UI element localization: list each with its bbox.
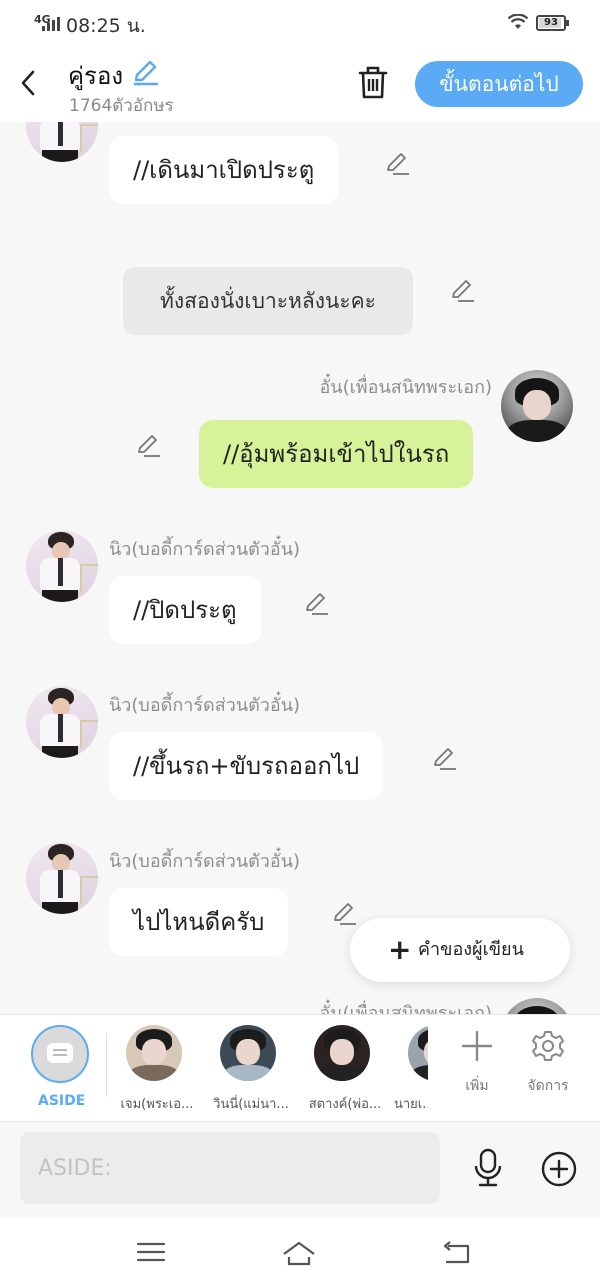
- input-bar: [0, 1122, 600, 1218]
- chat-area[interactable]: //เดินมาเปิดประตู ทั้งสองนั่งเบาะหลังนะค…: [0, 122, 600, 1014]
- sender-name: นิว(บอดี้การ์ดส่วนตัวอั๋น): [109, 539, 301, 560]
- divider: [106, 1033, 107, 1097]
- pencil-icon[interactable]: [450, 277, 476, 303]
- avatar[interactable]: [26, 530, 98, 602]
- character-label: สตางค์(พ่อ...: [308, 1097, 382, 1112]
- message-bubble[interactable]: //อุ้มพร้อมเข้าไปในรถ: [199, 420, 474, 488]
- header: คู่รอง 1764ตัวอักษร ขั้นตอนต่อไป: [0, 46, 600, 122]
- narration-bubble[interactable]: ทั้งสองนั่งเบาะหลังนะคะ: [123, 267, 413, 335]
- home-icon[interactable]: [282, 1238, 316, 1266]
- character-list[interactable]: เจม(พระเอ... วินนี่(แม่นา... สตางค์(พ่อ.…: [110, 1015, 428, 1123]
- avatar[interactable]: [26, 686, 98, 758]
- back-icon[interactable]: [16, 66, 40, 100]
- add-character-button[interactable]: เพิ่ม: [447, 1029, 507, 1097]
- add-label: เพิ่ม: [465, 1078, 489, 1094]
- author-note-label: คำของผู้เขียน: [418, 939, 524, 960]
- avatar: [220, 1025, 276, 1081]
- avatar[interactable]: [501, 370, 573, 442]
- next-step-button[interactable]: ขั้นตอนต่อไป: [415, 61, 583, 107]
- pencil-icon[interactable]: [385, 150, 411, 176]
- status-bar: 4G 08:25 น. 93: [0, 0, 600, 46]
- avatar[interactable]: [26, 122, 98, 162]
- battery-level: 93: [544, 17, 558, 28]
- author-note-button[interactable]: + คำของผู้เขียน: [350, 918, 570, 982]
- clock: 08:25 น.: [66, 15, 146, 37]
- pencil-icon[interactable]: [136, 432, 162, 458]
- avatar[interactable]: [501, 998, 573, 1014]
- battery-icon: 93: [536, 15, 569, 31]
- sender-name: นิว(บอดี้การ์ดส่วนตัวอั๋น): [109, 851, 301, 872]
- wifi-icon: [508, 14, 528, 29]
- message-input[interactable]: [20, 1132, 440, 1204]
- add-circle-icon[interactable]: [540, 1150, 578, 1188]
- pencil-icon[interactable]: [432, 745, 458, 771]
- gear-icon: [532, 1031, 564, 1061]
- plus-icon: +: [388, 933, 412, 966]
- message-bubble[interactable]: //ขึ้นรถ+ขับรถออกไป: [109, 732, 384, 800]
- plus-icon: [461, 1030, 493, 1062]
- avatar: [314, 1025, 370, 1081]
- aside-button[interactable]: [31, 1025, 89, 1083]
- aside-icon: [47, 1043, 73, 1063]
- sender-name: อั๋น(เพื่อนสนิทพระเอก): [319, 1003, 492, 1014]
- pencil-icon[interactable]: [304, 590, 330, 616]
- message-bubble[interactable]: //เดินมาเปิดประตู: [109, 136, 339, 204]
- manage-button[interactable]: จัดการ: [518, 1029, 578, 1097]
- sender-name: อั๋น(เพื่อนสนิทพระเอก): [319, 377, 492, 398]
- pencil-icon[interactable]: [332, 900, 358, 926]
- message-bubble[interactable]: ไปไหนดีครับ: [109, 888, 289, 956]
- character-bar: ASIDE เจม(พระเอ... วินนี่(แม่นา... สตางค…: [0, 1014, 600, 1122]
- character-label: เจม(พระเอ...: [120, 1097, 194, 1112]
- sender-name: นิว(บอดี้การ์ดส่วนตัวอั๋น): [109, 695, 301, 716]
- microphone-icon[interactable]: [470, 1148, 506, 1188]
- avatar[interactable]: [26, 842, 98, 914]
- manage-label: จัดการ: [527, 1078, 569, 1094]
- message-bubble[interactable]: //ปิดประตู: [109, 576, 261, 644]
- page-title: คู่รอง: [68, 62, 124, 90]
- return-icon[interactable]: [440, 1238, 474, 1266]
- pencil-icon[interactable]: [132, 58, 160, 86]
- avatar: [126, 1025, 182, 1081]
- aside-label: ASIDE: [38, 1093, 86, 1109]
- system-nav-bar: [0, 1218, 600, 1287]
- character-label: นายเ...: [394, 1097, 428, 1112]
- trash-icon[interactable]: [356, 64, 390, 100]
- menu-icon[interactable]: [134, 1238, 168, 1266]
- avatar: [408, 1025, 428, 1081]
- character-label: วินนี่(แม่นา...: [213, 1097, 289, 1112]
- char-count: 1764ตัวอักษร: [69, 96, 174, 116]
- signal-icon: [42, 17, 62, 31]
